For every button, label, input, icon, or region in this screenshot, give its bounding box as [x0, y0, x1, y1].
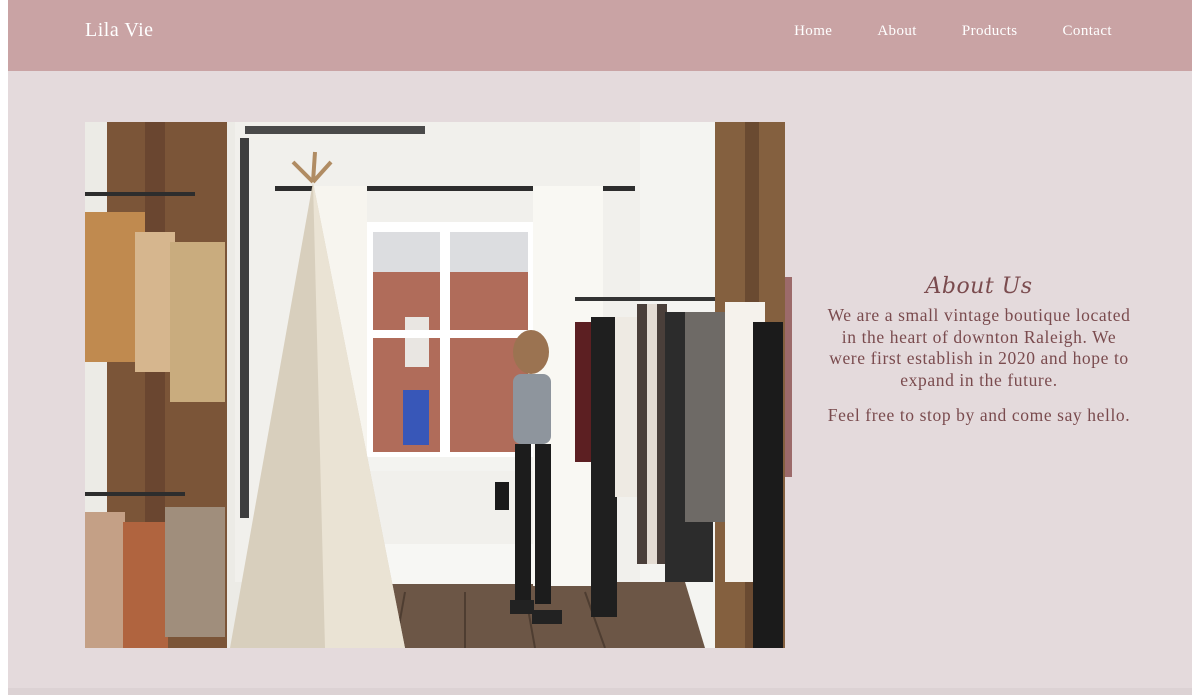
nav-link-products[interactable]: Products — [962, 23, 1018, 40]
about-section: About Us We are a small vintage boutique… — [826, 274, 1132, 441]
hero-image — [85, 122, 785, 648]
page: Lila Vie Home About Products Contact Abo… — [8, 0, 1192, 695]
about-heading: About Us — [925, 274, 1033, 299]
nav-link-home[interactable]: Home — [794, 23, 832, 40]
nav-link-contact[interactable]: Contact — [1063, 23, 1112, 40]
accent-bar — [785, 277, 792, 477]
brand-logo[interactable]: Lila Vie — [85, 19, 154, 42]
nav-link-about[interactable]: About — [877, 23, 917, 40]
nav-menu: Home About Products Contact — [749, 23, 1112, 40]
about-paragraph-1: We are a small vintage boutique located … — [827, 305, 1131, 390]
navbar: Lila Vie Home About Products Contact — [8, 0, 1192, 71]
about-paragraph-2: Feel free to stop by and come say hello. — [827, 405, 1131, 425]
page-bottom-band — [8, 688, 1192, 695]
